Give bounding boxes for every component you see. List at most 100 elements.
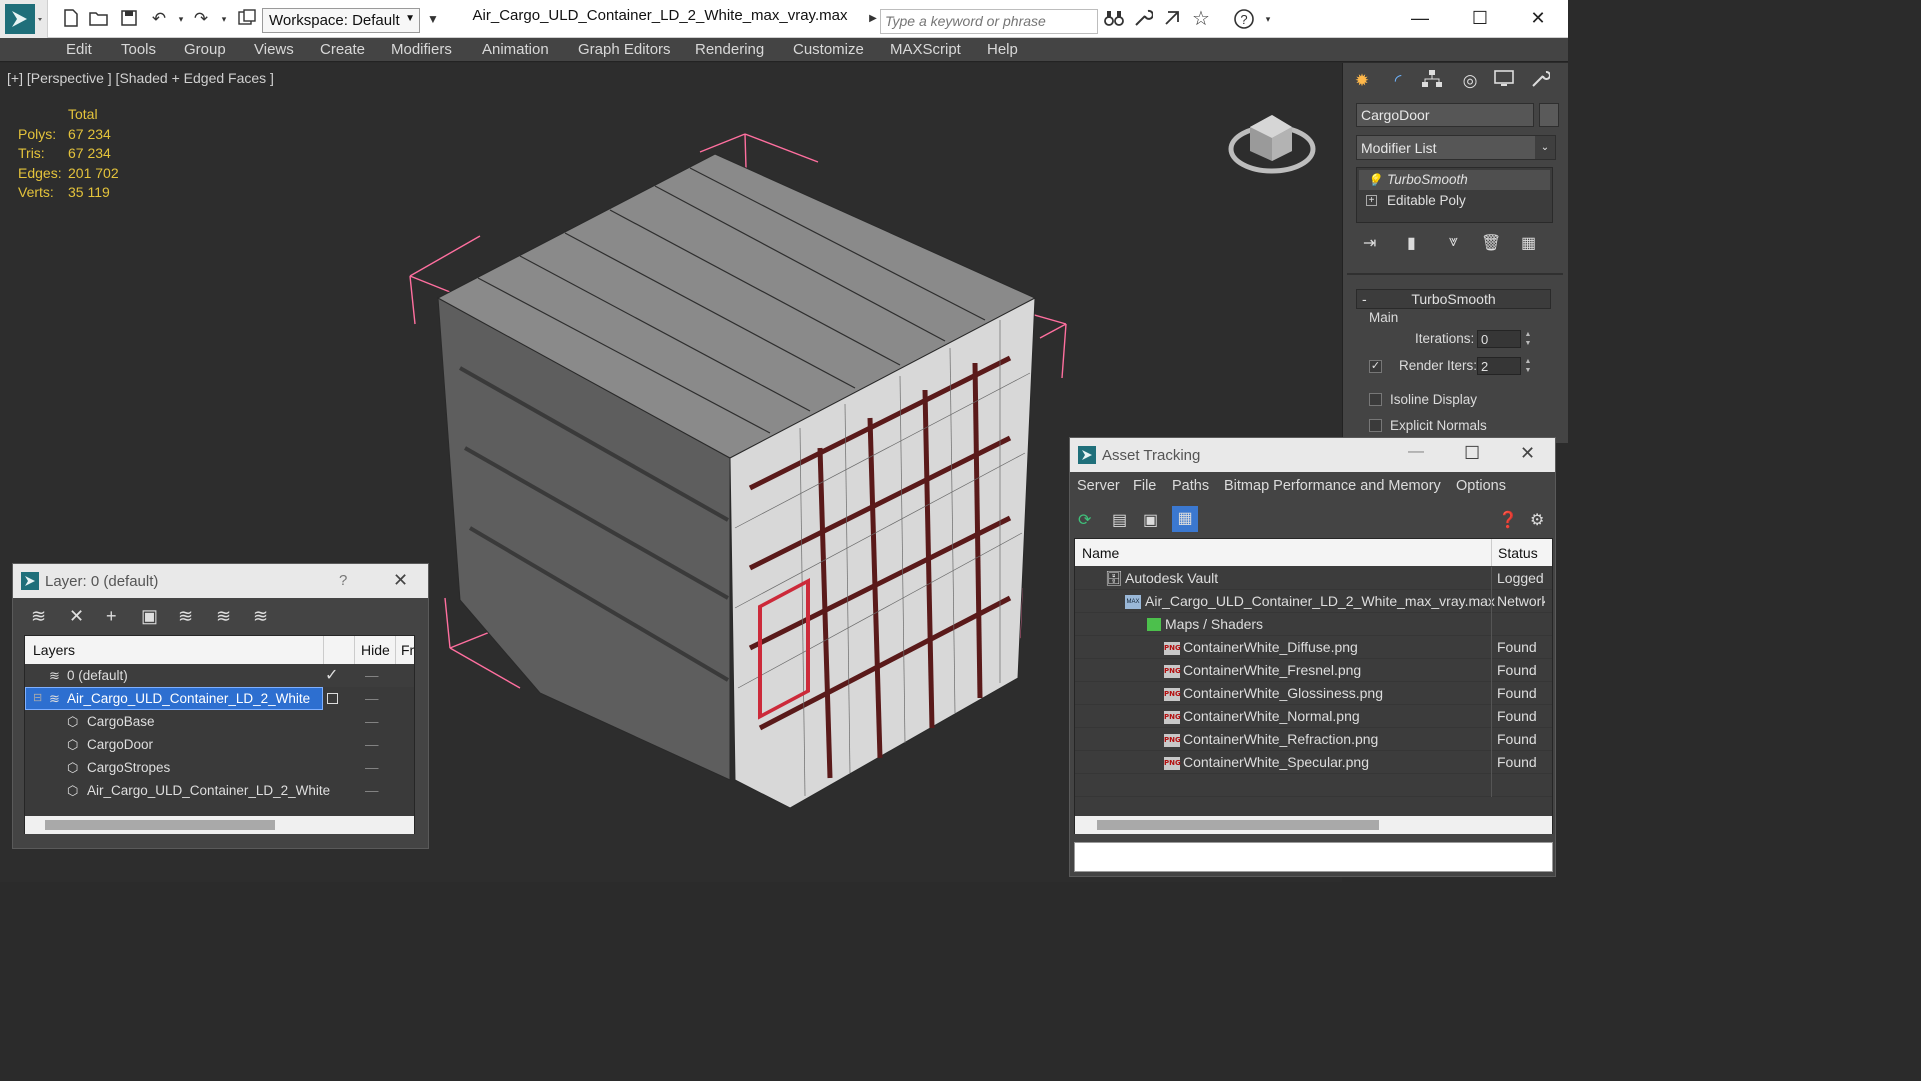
open-file-icon[interactable] bbox=[88, 8, 110, 30]
viewcube-icon[interactable] bbox=[1226, 101, 1318, 181]
render-iters-spinner[interactable]: 2 bbox=[1477, 357, 1521, 375]
thumbnail-view-icon[interactable]: ▣ bbox=[1143, 510, 1158, 530]
col-freeze[interactable]: Fr bbox=[401, 642, 414, 658]
sign-in-icon[interactable] bbox=[1161, 8, 1183, 30]
asset-row[interactable]: 🗄 Autodesk Vault Logged bbox=[1075, 567, 1552, 590]
menu-rendering[interactable]: Rendering bbox=[695, 41, 764, 58]
menu-help[interactable]: Help bbox=[987, 41, 1018, 58]
project-folder-icon[interactable] bbox=[236, 8, 258, 30]
asset-row[interactable]: MAX Air_Cargo_ULD_Container_LD_2_White_m… bbox=[1075, 590, 1552, 613]
table-view-icon[interactable]: ▦ bbox=[1172, 506, 1198, 532]
undo-dropdown-icon[interactable]: ▾ bbox=[170, 8, 192, 30]
list-view-icon[interactable]: ▤ bbox=[1112, 510, 1127, 530]
asset-row[interactable]: PNG ContainerWhite_Normal.png Found bbox=[1075, 705, 1552, 728]
new-file-icon[interactable] bbox=[60, 8, 82, 30]
hide-toggle[interactable]: — bbox=[365, 664, 379, 687]
configure-modifier-sets-icon[interactable]: ▦ bbox=[1521, 233, 1536, 253]
modify-tab-icon[interactable]: ◜ bbox=[1383, 69, 1413, 93]
help-dropdown-icon[interactable]: ▾ bbox=[1257, 8, 1279, 30]
hide-toggle[interactable]: — bbox=[365, 779, 379, 802]
col-name[interactable]: Name bbox=[1082, 545, 1119, 561]
search-field[interactable] bbox=[880, 9, 1098, 34]
menu-animation[interactable]: Animation bbox=[482, 41, 549, 58]
asset-path-field[interactable] bbox=[1074, 842, 1553, 872]
close-button[interactable]: ✕ bbox=[1518, 4, 1558, 32]
lightbulb-icon[interactable]: 💡 bbox=[1367, 170, 1382, 190]
explicit-normals-checkbox[interactable] bbox=[1369, 419, 1382, 432]
hide-toggle[interactable]: — bbox=[365, 733, 379, 756]
maximize-button[interactable]: ☐ bbox=[1464, 443, 1480, 464]
stack-item-editable-poly[interactable]: + Editable Poly bbox=[1359, 191, 1550, 211]
render-iters-spinner-arrows[interactable]: ▲ ▼ bbox=[1523, 357, 1533, 375]
turbosmooth-rollout-header[interactable]: - TurboSmooth bbox=[1356, 289, 1551, 309]
hide-toggle[interactable]: — bbox=[365, 687, 379, 710]
redo-dropdown-icon[interactable]: ▾ bbox=[213, 8, 235, 30]
delete-layer-icon[interactable]: ✕ bbox=[69, 606, 84, 627]
add-selection-icon[interactable] bbox=[327, 693, 338, 704]
vault-settings-icon[interactable]: ⚙ bbox=[1530, 510, 1544, 530]
add-to-layer-icon[interactable]: + bbox=[106, 606, 117, 627]
menu-modifiers[interactable]: Modifiers bbox=[391, 41, 452, 58]
close-button[interactable]: ✕ bbox=[393, 570, 408, 591]
col-hide[interactable]: Hide bbox=[361, 642, 390, 658]
hide-toggle[interactable]: — bbox=[365, 710, 379, 733]
help-icon[interactable]: ? bbox=[1233, 8, 1255, 30]
binoculars-icon[interactable] bbox=[1103, 8, 1125, 30]
iterations-spinner-arrows[interactable]: ▲ ▼ bbox=[1523, 330, 1533, 348]
asset-window-titlebar[interactable]: Asset Tracking — ☐ ✕ bbox=[1070, 438, 1555, 472]
viewport-label[interactable]: [+] [Perspective ] [Shaded + Edged Faces… bbox=[7, 70, 274, 86]
layer-row[interactable]: ⬡ CargoBase — bbox=[25, 710, 414, 733]
menu-paths[interactable]: Paths bbox=[1172, 478, 1209, 494]
modifier-list-dropdown[interactable]: Modifier List ⌄ bbox=[1356, 135, 1556, 160]
save-icon[interactable] bbox=[118, 8, 140, 30]
motion-tab-icon[interactable]: ◎ bbox=[1455, 69, 1485, 93]
collapse-icon[interactable]: ⊟ bbox=[33, 687, 42, 710]
refresh-icon[interactable]: ⟳ bbox=[1078, 510, 1091, 530]
show-end-result-icon[interactable]: ▮ bbox=[1407, 233, 1416, 253]
menu-bitmap-performance[interactable]: Bitmap Performance and Memory bbox=[1224, 478, 1441, 494]
horizontal-scrollbar[interactable] bbox=[1075, 816, 1552, 834]
workspace-dropdown[interactable]: Workspace: Default ▼ bbox=[262, 8, 420, 33]
undo-icon[interactable]: ↶ bbox=[148, 8, 170, 30]
layer-window-titlebar[interactable]: Layer: 0 (default) ? ✕ bbox=[13, 564, 428, 598]
asset-row[interactable]: PNG ContainerWhite_Fresnel.png Found bbox=[1075, 659, 1552, 682]
layer-row[interactable]: ⊟ ≋ Air_Cargo_ULD_Container_LD_2_White — bbox=[25, 687, 414, 710]
minimize-button[interactable]: — bbox=[1408, 443, 1424, 461]
col-status[interactable]: Status bbox=[1498, 545, 1538, 561]
redo-icon[interactable]: ↷ bbox=[190, 8, 212, 30]
highlight-layer-icon[interactable]: ≋ bbox=[178, 606, 193, 627]
make-unique-icon[interactable]: ⩔ bbox=[1449, 233, 1458, 251]
menu-graph-editors[interactable]: Graph Editors bbox=[578, 41, 671, 58]
col-layers[interactable]: Layers bbox=[33, 642, 75, 658]
help-button[interactable]: ? bbox=[339, 572, 347, 589]
active-layer-check-icon[interactable]: ✓ bbox=[325, 664, 338, 687]
freeze-all-layers-icon[interactable]: ≋ bbox=[253, 606, 268, 627]
asset-row[interactable]: PNG ContainerWhite_Specular.png Found bbox=[1075, 751, 1552, 774]
menu-tools[interactable]: Tools bbox=[121, 41, 156, 58]
isoline-display-checkbox[interactable] bbox=[1369, 393, 1382, 406]
layer-row[interactable]: ⬡ CargoDoor — bbox=[25, 733, 414, 756]
asset-row[interactable]: PNG ContainerWhite_Refraction.png Found bbox=[1075, 728, 1552, 751]
layer-row[interactable]: ≋ 0 (default) ✓ — bbox=[25, 664, 414, 687]
select-layer-objects-icon[interactable]: ▣ bbox=[141, 606, 158, 627]
favorites-star-icon[interactable]: ☆ bbox=[1190, 8, 1212, 30]
layer-row[interactable]: ⬡ CargoStropes — bbox=[25, 756, 414, 779]
asset-row[interactable]: PNG ContainerWhite_Diffuse.png Found bbox=[1075, 636, 1552, 659]
scrollbar-thumb[interactable] bbox=[45, 820, 275, 830]
menu-edit[interactable]: Edit bbox=[66, 41, 92, 58]
menu-options[interactable]: Options bbox=[1456, 478, 1506, 494]
asset-path-input[interactable] bbox=[1075, 843, 1552, 871]
cargo-container-model[interactable] bbox=[400, 128, 1080, 868]
display-tab-icon[interactable] bbox=[1489, 69, 1519, 93]
asset-row[interactable]: Maps / Shaders bbox=[1075, 613, 1552, 636]
wrench-key-icon[interactable] bbox=[1132, 8, 1154, 30]
expand-plus-icon[interactable]: + bbox=[1366, 195, 1377, 206]
search-input[interactable] bbox=[885, 13, 1093, 29]
close-button[interactable]: ✕ bbox=[1520, 443, 1535, 464]
vault-help-icon[interactable]: ❓ bbox=[1498, 510, 1518, 530]
hide-all-layers-icon[interactable]: ≋ bbox=[216, 606, 231, 627]
remove-modifier-icon[interactable]: 🗑 bbox=[1481, 233, 1501, 253]
minimize-button[interactable]: — bbox=[1400, 4, 1440, 32]
menu-views[interactable]: Views bbox=[254, 41, 294, 58]
object-name-field[interactable]: CargoDoor bbox=[1356, 103, 1534, 127]
